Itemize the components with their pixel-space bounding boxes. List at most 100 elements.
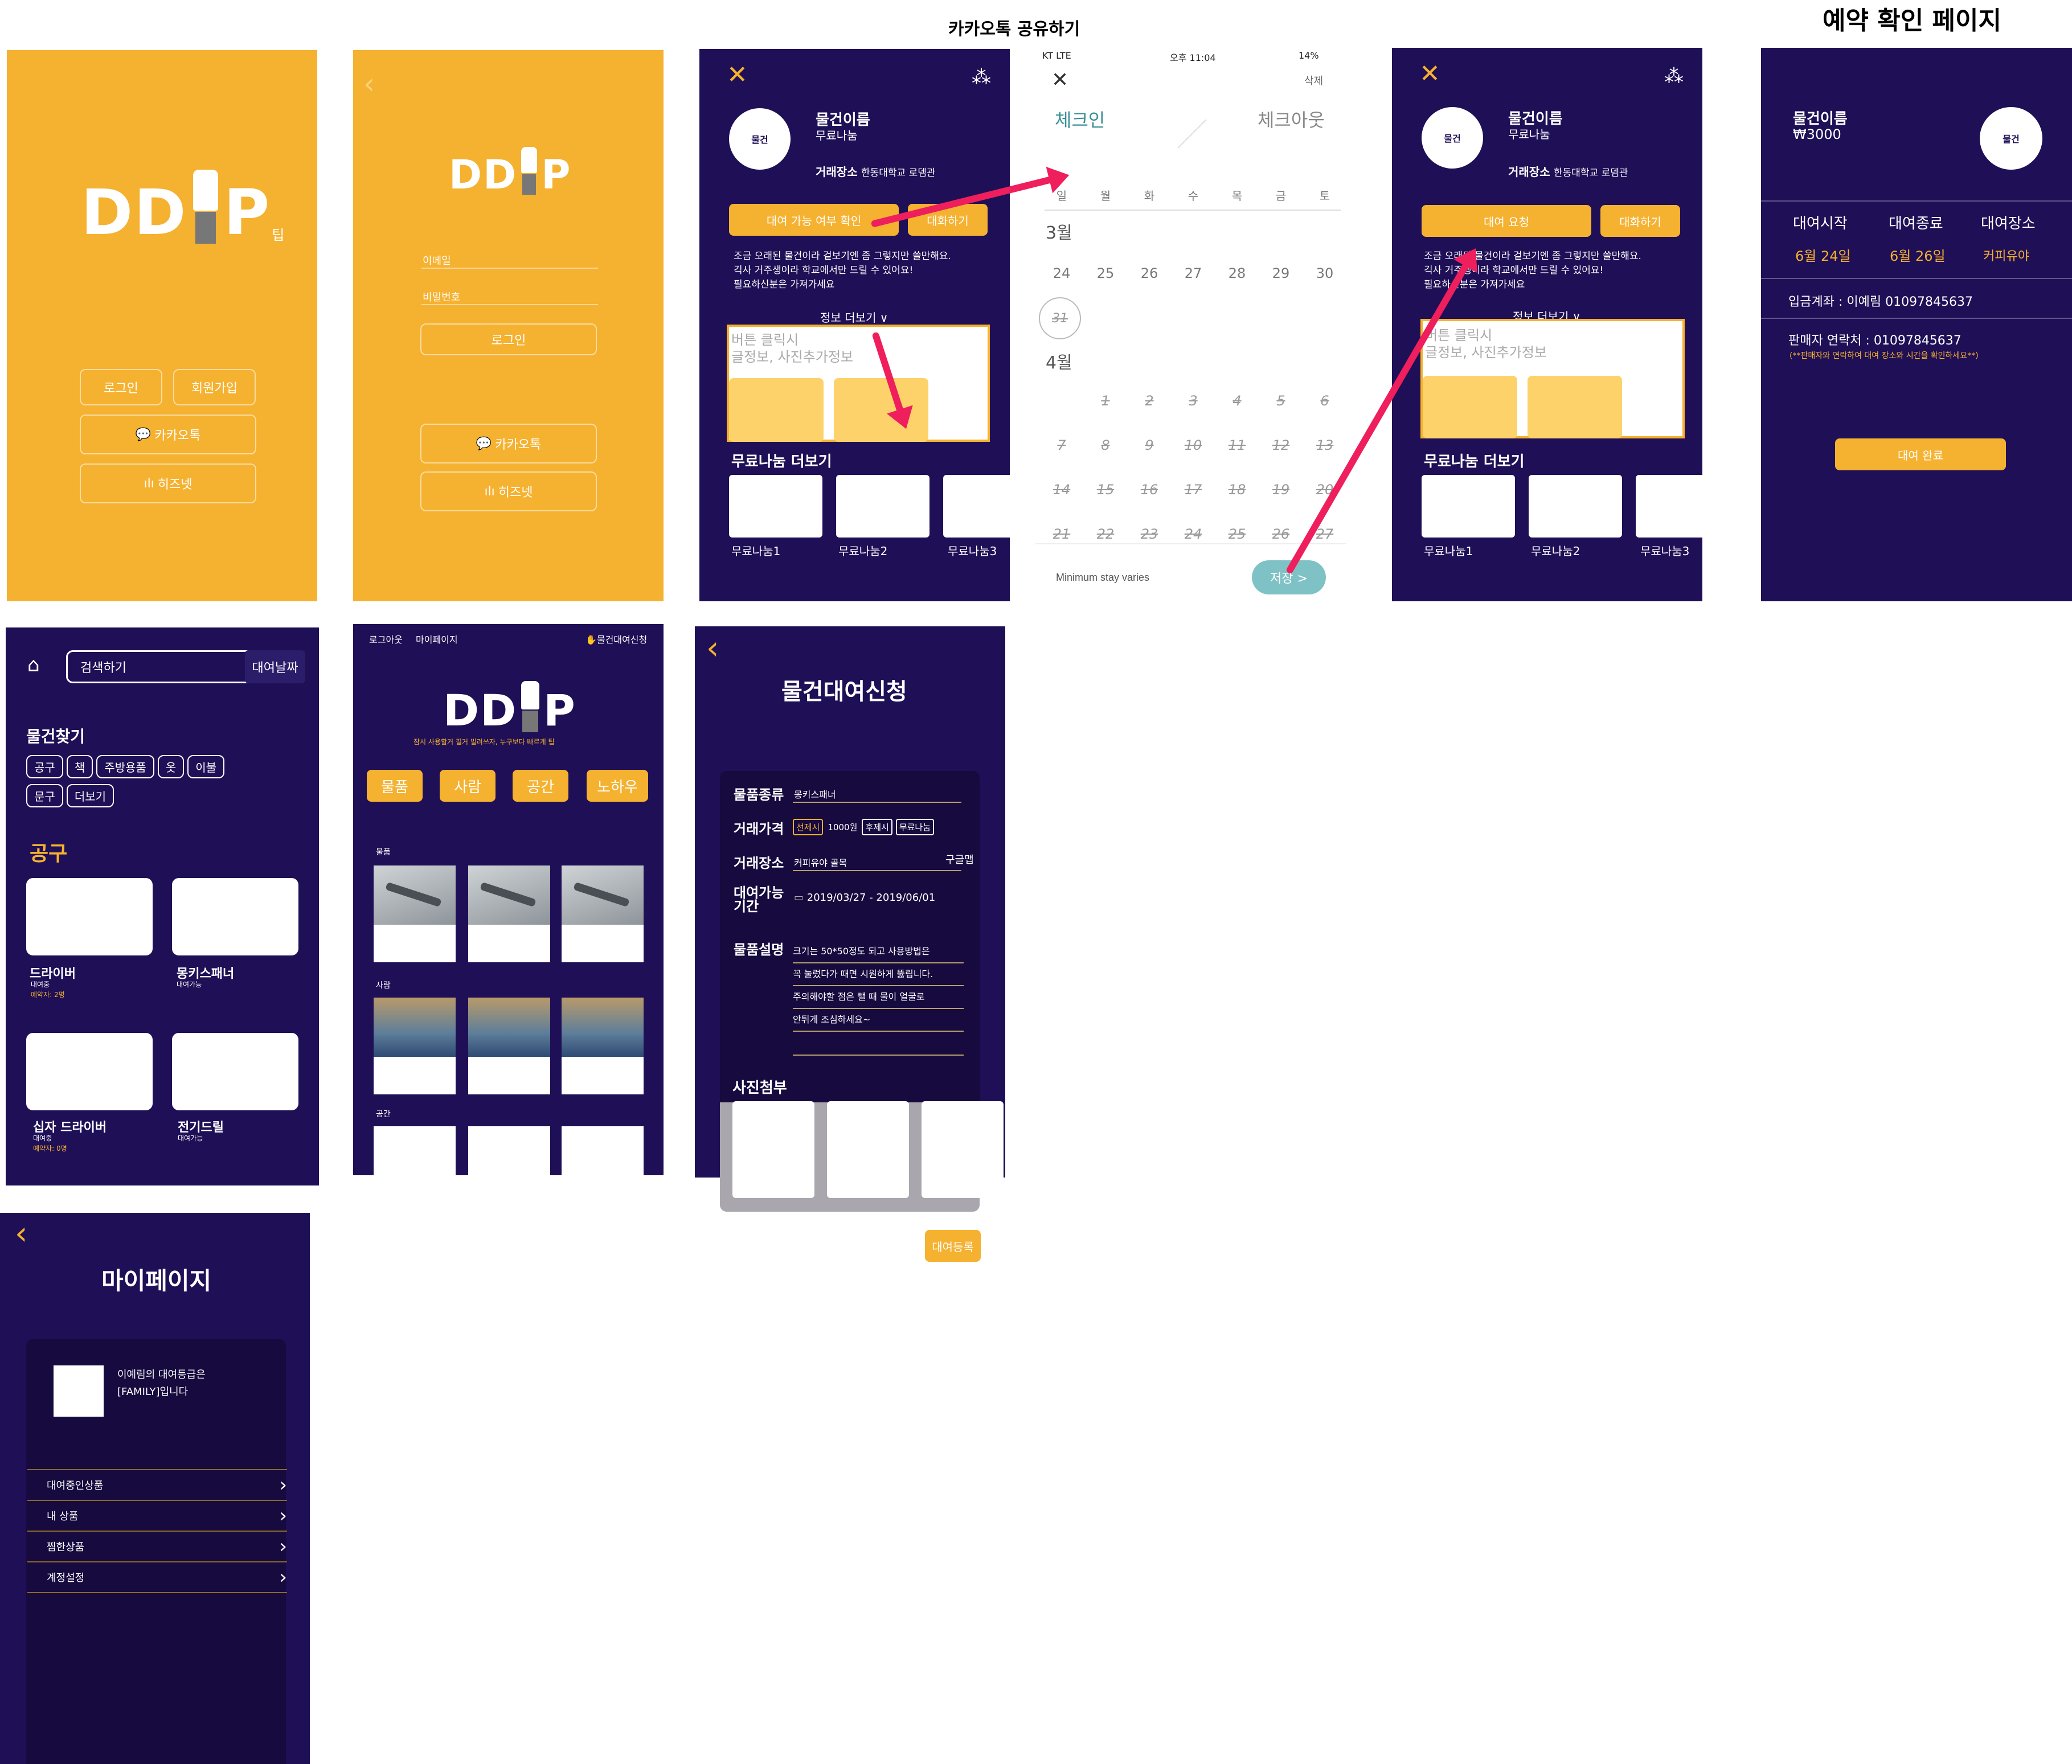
people-card[interactable] — [562, 998, 644, 1094]
item-avatar: 물건 — [729, 108, 791, 170]
item-card[interactable] — [26, 878, 153, 955]
chip-stationery[interactable]: 문구 — [26, 784, 63, 807]
day-cell[interactable]: 28 — [1220, 265, 1254, 281]
register-rental-button[interactable]: 대여등록 — [925, 1230, 981, 1262]
price-option[interactable]: 후제시 — [862, 819, 892, 835]
price-option[interactable]: 선제시 — [793, 819, 824, 835]
day-cell[interactable]: 25 — [1088, 265, 1123, 281]
place-value[interactable]: 커피유야 골목 — [794, 855, 847, 869]
tab-space[interactable]: 공간 — [513, 770, 568, 802]
free-item-card[interactable] — [729, 475, 822, 538]
goods-card[interactable] — [562, 865, 644, 962]
free-item-card[interactable] — [1422, 475, 1515, 538]
search-input[interactable]: 검색하기 — [66, 650, 273, 683]
checkout-tab[interactable]: 체크아웃 — [1258, 106, 1325, 132]
logo-p: P — [541, 151, 572, 198]
free-item-card[interactable] — [943, 475, 1010, 538]
people-card[interactable] — [468, 998, 550, 1094]
google-map-link[interactable]: 구글맵 — [945, 852, 974, 867]
day-cell: 16 — [1140, 482, 1158, 498]
share-icon[interactable]: ⁂ — [1664, 65, 1684, 88]
tab-people[interactable]: 사람 — [440, 770, 496, 802]
free-item-card[interactable] — [1529, 475, 1622, 538]
tab-goods[interactable]: 물품 — [367, 770, 423, 802]
close-icon[interactable]: ✕ — [1051, 68, 1068, 92]
price-value[interactable]: 1000원 — [826, 819, 858, 835]
rental-request-button[interactable]: 대여 요청 — [1422, 205, 1591, 237]
item-avatar: 물건 — [1980, 107, 2042, 170]
account-info: 입금계좌 : 이예림 01097845637 — [1788, 295, 1973, 309]
wrench-image — [562, 865, 644, 925]
chat-button[interactable]: 대화하기 — [1600, 205, 1680, 237]
photo-slot-bottom — [922, 1178, 1004, 1198]
back-icon[interactable]: ‹ — [363, 67, 375, 100]
period-value[interactable]: ▭ 2019/03/27 - 2019/06/01 — [794, 892, 935, 904]
free-item-card[interactable] — [836, 475, 929, 538]
more-info-toggle[interactable]: 정보 더보기 ∨ — [820, 309, 888, 325]
password-label: 비밀번호 — [423, 292, 461, 303]
free-item-card[interactable] — [1636, 475, 1702, 538]
rental-date-button[interactable]: 대여날짜 — [245, 650, 305, 683]
day-cell[interactable]: 30 — [1308, 265, 1342, 281]
free-item-label: 무료나눔2 — [1531, 544, 1580, 558]
menu-account-settings[interactable]: 계정설정 › — [27, 1561, 287, 1593]
login-button[interactable]: 로그인 — [80, 369, 162, 405]
goods-card[interactable] — [468, 865, 550, 962]
chip-kitchen[interactable]: 주방용품 — [96, 755, 154, 778]
item-card[interactable] — [172, 878, 298, 955]
close-icon[interactable]: ✕ — [1419, 59, 1440, 88]
back-icon[interactable]: ‹ — [706, 630, 719, 667]
hand-icon — [519, 681, 542, 732]
space-card[interactable] — [374, 1126, 456, 1175]
rental-request-link[interactable]: ✋물건대여신청 — [585, 632, 647, 646]
rental-done-button[interactable]: 대여 완료 — [1835, 438, 2006, 470]
close-icon[interactable]: ✕ — [727, 60, 748, 89]
kakao-login-button[interactable]: 💬 카카오톡 — [420, 424, 597, 463]
checkin-tab[interactable]: 체크인 — [1055, 106, 1105, 132]
photo-label: 사진첨부 — [732, 1080, 787, 1097]
login-button[interactable]: 로그인 — [420, 323, 597, 355]
place-row: 거래장소 한동대학교 로뎀관 — [816, 163, 936, 179]
logout-link[interactable]: 로그아웃 — [369, 632, 403, 646]
chip-books[interactable]: 책 — [66, 755, 93, 778]
signup-button[interactable]: 회원가입 — [173, 369, 256, 405]
hisnet-login-button[interactable]: ılı 히즈넷 — [420, 471, 597, 511]
chip-clothes[interactable]: 옷 — [157, 755, 185, 778]
goods-card[interactable] — [374, 865, 456, 962]
people-card[interactable] — [374, 998, 456, 1094]
password-field[interactable] — [421, 304, 598, 305]
chip-more[interactable]: 더보기 — [66, 784, 114, 807]
tab-knowhow[interactable]: 노하우 — [587, 770, 648, 802]
photo-slot[interactable] — [732, 1101, 814, 1178]
back-icon[interactable]: ‹ — [15, 1215, 27, 1252]
kakao-login-button[interactable]: 💬 카카오톡 — [80, 415, 256, 454]
price-option[interactable]: 무료나눔 — [895, 819, 934, 835]
menu-my-items[interactable]: 내 상품 › — [27, 1500, 287, 1531]
space-card[interactable] — [468, 1126, 550, 1175]
hint-text: 버튼 클릭시 글정보, 사진추가정보 — [1425, 327, 1547, 361]
item-card[interactable] — [26, 1033, 153, 1110]
chip-tools[interactable]: 공구 — [26, 755, 63, 778]
email-field[interactable] — [421, 268, 598, 269]
day-cell[interactable]: 24 — [1045, 265, 1079, 281]
item-card[interactable] — [172, 1033, 298, 1110]
kind-value[interactable]: 몽키스패너 — [794, 787, 836, 801]
reservation-confirm-screen: 물건이름 ₩3000 물건 대여시작 대여종료 대여장소 6월 24일 6월 2… — [1761, 48, 2072, 601]
day-cell[interactable]: 27 — [1176, 265, 1210, 281]
share-icon[interactable]: ⁂ — [972, 66, 991, 89]
day-cell[interactable]: 29 — [1264, 265, 1298, 281]
day-cell[interactable]: 26 — [1132, 265, 1166, 281]
chip-blanket[interactable]: 이불 — [187, 755, 225, 778]
selected-day[interactable]: 31 — [1039, 297, 1081, 339]
home-icon[interactable]: ⌂ — [27, 654, 40, 676]
space-card[interactable] — [562, 1126, 644, 1175]
photo-slot[interactable] — [922, 1101, 1004, 1178]
day-cell: 12 — [1272, 437, 1290, 453]
mypage-link[interactable]: 마이페이지 — [416, 632, 458, 646]
menu-wishlist[interactable]: 찜한상품 › — [27, 1531, 287, 1561]
delete-button[interactable]: 삭제 — [1304, 73, 1323, 88]
hisnet-login-button[interactable]: ılı 히즈넷 — [80, 463, 256, 503]
menu-renting[interactable]: 대여중인상품 › — [27, 1469, 287, 1500]
desc-field[interactable]: 크기는 50*50정도 되고 사용방법은 꼭 눌렀다가 때면 시원하게 뚫립니다… — [793, 941, 964, 1056]
photo-slot[interactable] — [827, 1101, 909, 1178]
